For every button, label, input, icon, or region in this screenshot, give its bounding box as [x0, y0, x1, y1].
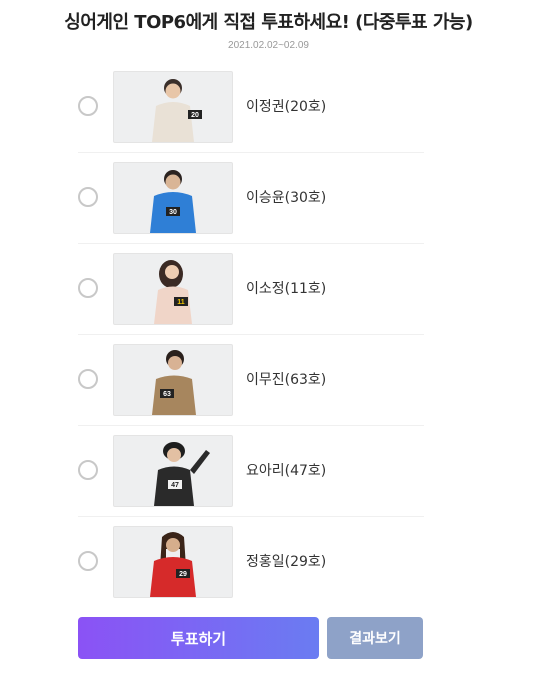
view-results-button[interactable]: 결과보기: [327, 617, 423, 659]
number-badge-text: 63: [163, 391, 171, 398]
candidate-name: 이승윤(30호): [246, 190, 327, 206]
candidate-photo: 63: [113, 344, 233, 416]
number-badge-text: 47: [171, 482, 179, 489]
candidate-photo: 20: [113, 71, 233, 143]
radio-button[interactable]: [78, 369, 98, 389]
number-badge-text: 11: [177, 299, 185, 306]
face-shape: [166, 538, 180, 552]
candidate-name: 이정권(20호): [246, 99, 327, 115]
raised-arm-shape: [190, 450, 210, 474]
radio-button[interactable]: [78, 278, 98, 298]
vote-button[interactable]: 투표하기: [78, 617, 319, 659]
radio-button[interactable]: [78, 460, 98, 480]
face-shape: [165, 174, 181, 190]
number-badge-text: 30: [169, 209, 177, 216]
radio-button[interactable]: [78, 187, 98, 207]
candidate-option[interactable]: 47 요아리(47호): [78, 426, 424, 517]
button-row: 투표하기 결과보기: [78, 617, 424, 659]
candidate-photo: 47: [113, 435, 233, 507]
candidate-name: 정홍일(29호): [246, 554, 327, 570]
candidate-photo: 30: [113, 162, 233, 234]
candidate-option[interactable]: 29 정홍일(29호): [78, 517, 424, 607]
candidate-name: 요아리(47호): [246, 463, 327, 479]
number-badge-text: 20: [191, 112, 199, 119]
candidate-option[interactable]: 11 이소정(11호): [78, 244, 424, 335]
outfit-shape: [152, 102, 194, 142]
poll-date-range: 2021.02.02~02.09: [228, 40, 309, 51]
face-shape: [165, 83, 181, 99]
radio-button[interactable]: [78, 551, 98, 571]
poll-title: 싱어게인 TOP6에게 직접 투표하세요! (다중투표 가능): [64, 12, 473, 33]
face-shape: [165, 265, 179, 279]
candidate-name: 이무진(63호): [246, 372, 327, 388]
radio-button[interactable]: [78, 96, 98, 116]
number-badge-text: 29: [179, 571, 187, 578]
candidate-option[interactable]: 20 이정권(20호): [78, 62, 424, 153]
candidate-photo: 11: [113, 253, 233, 325]
face-shape: [168, 356, 182, 370]
candidate-name: 이소정(11호): [246, 281, 327, 297]
candidate-option[interactable]: 63 이무진(63호): [78, 335, 424, 426]
candidate-list: 20 이정권(20호) 30 이승윤(30호) 11 이소정(11호) 63 이…: [78, 62, 424, 607]
face-shape: [167, 448, 181, 462]
candidate-option[interactable]: 30 이승윤(30호): [78, 153, 424, 244]
candidate-photo: 29: [113, 526, 233, 598]
